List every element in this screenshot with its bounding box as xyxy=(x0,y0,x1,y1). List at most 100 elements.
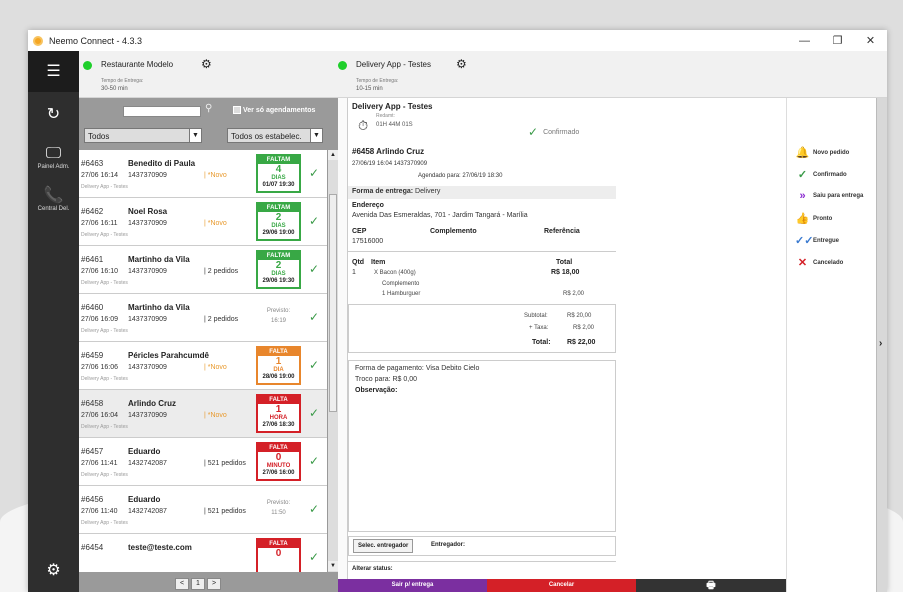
store-restaurante-modelo: Restaurante Modelo ⚙ Tempo de Entrega: 3… xyxy=(79,51,334,98)
item-qty: 1 xyxy=(352,269,356,276)
store-settings-gear-icon[interactable]: ⚙ xyxy=(456,57,467,71)
customer-name: Eduardo xyxy=(128,447,161,456)
courier-box: Selec. entregador Entregador: xyxy=(348,536,616,556)
item-complement: 1 Hamburguer xyxy=(382,291,421,297)
delivery-time-label: Tempo de Entrega: xyxy=(101,78,144,84)
close-button[interactable]: ✕ xyxy=(854,30,887,51)
order-row[interactable]: #6461 Martinho da Vila 27/06 16:10 14373709… xyxy=(79,246,327,294)
title-bar: Neemo Connect - 4.3.3 — ❐ ✕ xyxy=(28,30,887,51)
order-source: Delivery App - Testes xyxy=(81,520,128,526)
confirm-check-icon[interactable]: ✓ xyxy=(309,214,319,228)
only-scheduled-checkbox[interactable]: Ver só agendamentos xyxy=(233,106,315,114)
customer-phone: 1437370909 xyxy=(128,172,167,179)
store-settings-gear-icon[interactable]: ⚙ xyxy=(201,57,212,71)
sidebar-item-central-del[interactable]: 📞 Central Del. xyxy=(28,188,79,213)
store-header: Restaurante Modelo ⚙ Tempo de Entrega: 3… xyxy=(79,51,887,98)
search-input[interactable] xyxy=(123,106,201,117)
store-name: Delivery App - Testes xyxy=(356,60,431,69)
order-row[interactable]: #6460 Martinho da Vila 27/06 16:09 14373709… xyxy=(79,294,327,342)
cep-value: 17516000 xyxy=(352,238,384,245)
collapse-panel-handle[interactable]: › xyxy=(876,98,887,592)
order-number: #6454 xyxy=(81,543,104,552)
delivery-method-bar: Forma de entrega: Delivery xyxy=(348,186,616,199)
order-source: Delivery App - Testes xyxy=(81,232,128,238)
countdown-badge: FALTA 0 MINUTO 27/06 16:00 xyxy=(256,442,301,481)
order-row[interactable]: #6462 Noel Rosa 27/06 16:11 1437370909 | *No… xyxy=(79,198,327,246)
forecast-value: 11:50 xyxy=(271,510,286,516)
status-filter-select[interactable]: Todos ▼ xyxy=(84,128,202,143)
legend-cancelado: ✕ Cancelado xyxy=(795,256,843,269)
chevron-down-icon[interactable]: ▼ xyxy=(189,129,201,142)
customer-name: Martinho da Vila xyxy=(128,255,190,264)
scroll-thumb[interactable] xyxy=(329,194,337,412)
forecast-label: Previsto: xyxy=(266,500,291,506)
confirm-check-icon[interactable]: ✓ xyxy=(309,406,319,420)
only-scheduled-label: Ver só agendamentos xyxy=(243,106,316,114)
confirm-check-icon[interactable]: ✓ xyxy=(309,358,319,372)
chevron-right-icon[interactable]: › xyxy=(879,338,882,349)
orders-scrollbar[interactable]: ▲ ▼ xyxy=(327,150,338,572)
subtotal-label: Subtotal: xyxy=(524,313,548,319)
confirm-check-icon[interactable]: ✓ xyxy=(309,262,319,276)
chevron-down-icon[interactable]: ▼ xyxy=(310,129,322,142)
page-number[interactable]: 1 xyxy=(191,578,205,590)
cancel-order-button[interactable]: Cancelar xyxy=(487,579,636,592)
out-for-delivery-button[interactable]: Sair p/ entrega xyxy=(338,579,487,592)
customer-name: Martinho da Vila xyxy=(128,303,190,312)
minimize-button[interactable]: — xyxy=(788,30,821,51)
print-button[interactable]: 🖶 xyxy=(636,579,786,592)
order-tag: | 521 pedidos xyxy=(204,460,246,467)
legend-pronto: 👍 Pronto xyxy=(795,212,833,225)
customer-phone: 1432742087 xyxy=(128,508,167,515)
sidebar-refresh-button[interactable]: ↻ xyxy=(28,107,79,123)
order-row[interactable]: #6454 teste@teste.com FALTA 0 ✓ xyxy=(79,534,327,572)
order-row[interactable]: #6463 Benedito di Paula 27/06 16:14 1437370… xyxy=(79,150,327,198)
confirm-check-icon[interactable]: ✓ xyxy=(309,454,319,468)
notes-label: Observação: xyxy=(355,387,398,394)
prev-page-button[interactable]: < xyxy=(175,578,189,590)
confirm-check-icon[interactable]: ✓ xyxy=(309,166,319,180)
sidebar-settings-button[interactable]: ⚙ xyxy=(28,563,79,579)
divider xyxy=(348,561,616,562)
order-tag: | *Novo xyxy=(204,412,227,419)
confirm-check-icon[interactable]: ✓ xyxy=(309,310,319,324)
establishment-filter-select[interactable]: Todos os estabelec. ▼ xyxy=(227,128,323,143)
sidebar-menu-button[interactable]: ☰ xyxy=(28,51,79,92)
order-row[interactable]: #6458 Arlindo Cruz 27/06 16:04 1437370909 | … xyxy=(79,390,327,438)
countdown-badge: FALTAM 2 DIAS 29/06 19:30 xyxy=(256,250,301,289)
scroll-down-arrow[interactable]: ▼ xyxy=(328,561,338,571)
order-source: Delivery App - Testes xyxy=(81,424,128,430)
app-logo-icon xyxy=(33,35,43,46)
order-tag: | *Novo xyxy=(204,172,227,179)
scroll-up-arrow[interactable]: ▲ xyxy=(328,150,338,160)
order-time: 27/06 16:06 xyxy=(81,364,118,371)
sidebar-item-painel-adm[interactable]: 🖵 Painel Adm. xyxy=(28,146,79,171)
status-filter-value: Todos xyxy=(88,132,110,141)
order-time: 27/06 16:11 xyxy=(81,220,118,227)
badge-number: 2 xyxy=(275,260,282,271)
confirm-check-icon[interactable]: ✓ xyxy=(309,502,319,516)
badge-number: 0 xyxy=(275,548,282,559)
order-number: #6459 xyxy=(81,351,104,360)
restore-button[interactable]: ❐ xyxy=(821,30,854,51)
search-icon[interactable]: ⚲ xyxy=(205,103,212,114)
select-courier-button[interactable]: Selec. entregador xyxy=(353,539,414,553)
legend-label: Entregue xyxy=(813,237,840,244)
checkbox-box[interactable] xyxy=(233,106,241,114)
sidebar-item-label: Painel Adm. xyxy=(37,164,70,170)
order-source: Delivery App - Testes xyxy=(81,376,128,382)
legend-label: Pronto xyxy=(813,215,833,222)
badge-date: 28/06 19:00 xyxy=(262,374,295,380)
order-row[interactable]: #6456 Eduardo 27/06 11:40 1432742087 | 521 p… xyxy=(79,486,327,534)
confirm-check-icon[interactable]: ✓ xyxy=(309,550,319,564)
store-delivery-app: Delivery App - Testes ⚙ Tempo de Entrega… xyxy=(334,51,634,98)
subtotal-value: R$ 20,00 xyxy=(567,313,592,319)
badge-number: 0 xyxy=(275,452,282,463)
fee-label: + Taxa: xyxy=(529,325,549,331)
next-page-button[interactable]: > xyxy=(207,578,221,590)
order-row[interactable]: #6459 Péricles Parahcumdê 27/06 16:06 14373… xyxy=(79,342,327,390)
refresh-icon: ↻ xyxy=(46,106,61,123)
forecast-time: Previsto: 16:19 xyxy=(256,306,301,326)
order-status: ✓ Confirmado xyxy=(528,125,579,139)
order-row[interactable]: #6457 Eduardo 27/06 11:41 1432742087 | 521 p… xyxy=(79,438,327,486)
